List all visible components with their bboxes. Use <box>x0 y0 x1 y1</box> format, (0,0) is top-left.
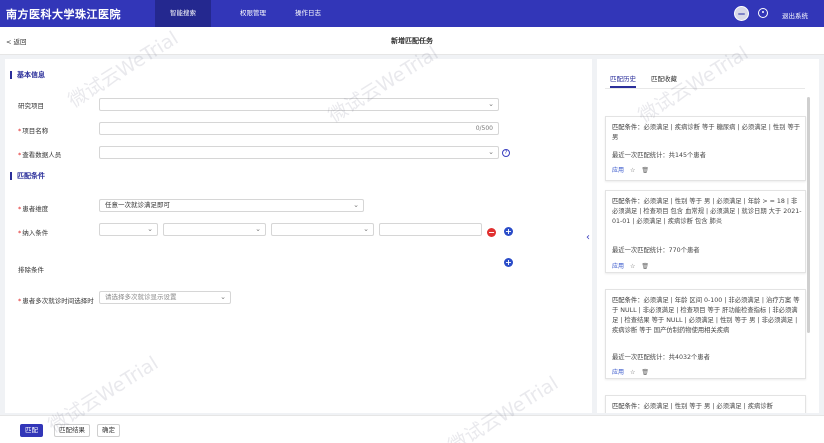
delete-icon[interactable]: 🗑 <box>641 167 649 174</box>
nav-tab-permission[interactable]: 权限管理 <box>225 0 281 27</box>
star-icon[interactable]: ☆ <box>630 369 635 376</box>
include-logic-select[interactable]: ⌄ <box>99 223 158 236</box>
chevron-down-icon: ⌄ <box>488 100 494 108</box>
card-actions: 应用 ☆ 🗑 <box>612 261 655 270</box>
tab-match-history[interactable]: 匹配历史 <box>610 73 636 83</box>
star-icon[interactable]: ☆ <box>630 263 635 270</box>
char-counter: 0/500 <box>475 125 493 132</box>
visit-time-label: *患者多次就诊时间选择时 <box>18 297 94 305</box>
dimension-label: *患者维度 <box>18 205 49 213</box>
card-stat: 最近一次匹配统计：共145个患者 <box>612 152 706 159</box>
chevron-down-icon: ⌄ <box>255 225 261 233</box>
help-icon[interactable]: ? <box>502 149 510 157</box>
chevron-down-icon: ⌄ <box>147 225 153 233</box>
nav-tab-smart-search[interactable]: 智能搜索 <box>155 0 211 27</box>
card-stat: 最近一次匹配统计：770个患者 <box>612 247 700 254</box>
history-card: 匹配条件：必须满足 | 年龄 区间 0-100 | 非必须满足 | 治疗方案 等… <box>605 289 806 379</box>
task-name-input[interactable]: 0/500 <box>99 122 499 135</box>
chevron-down-icon: ⌄ <box>488 148 494 156</box>
task-form-panel: 基本信息 研究项目 ⌄ *项目名称 0/500 *查看数据人员 ⌄ ? 匹配条件… <box>5 59 592 413</box>
delete-icon[interactable]: 🗑 <box>641 369 649 376</box>
include-label: *纳入条件 <box>18 229 49 237</box>
add-exclude-icon[interactable]: + <box>504 258 513 267</box>
back-button[interactable]: < 返回 <box>6 36 27 46</box>
section-title-basic: 基本信息 <box>10 71 45 79</box>
collapse-panel-icon[interactable]: ‹ <box>586 232 590 243</box>
delete-icon[interactable]: 🗑 <box>641 263 649 270</box>
logout-link[interactable]: 退出系统 <box>782 10 808 20</box>
section-title-match: 匹配条件 <box>10 172 45 180</box>
match-result-button[interactable]: 匹配结果 <box>54 424 90 437</box>
chevron-down-icon: ⌄ <box>363 225 369 233</box>
include-field-select[interactable]: ⌄ <box>163 223 266 236</box>
history-card: 匹配条件：必须满足 | 性别 等于 男 | 必须满足 | 疾病诊断 <box>605 395 806 413</box>
power-icon[interactable] <box>758 8 768 18</box>
user-avatar[interactable] <box>734 6 749 21</box>
remove-condition-icon[interactable]: − <box>487 228 496 237</box>
apply-button[interactable]: 应用 <box>612 263 624 270</box>
chevron-down-icon: ⌄ <box>220 293 226 301</box>
dimension-select[interactable]: 任意一次就诊满足即可 ⌄ <box>99 199 364 212</box>
include-value-input[interactable] <box>379 223 482 236</box>
history-panel: 匹配历史 匹配收藏 匹配条件：必须满足 | 疾病诊断 等于 糖尿病 | 必须满足… <box>597 59 819 413</box>
card-condition: 匹配条件：必须满足 | 年龄 区间 0-100 | 非必须满足 | 治疗方案 等… <box>612 297 800 334</box>
scrollbar[interactable] <box>807 97 810 333</box>
card-actions: 应用 ☆ 🗑 <box>612 367 655 376</box>
reviewer-label: *查看数据人员 <box>18 151 62 159</box>
hospital-brand: 南方医科大学珠江医院 <box>6 8 121 21</box>
footer-bar: 匹配 匹配结果 确定 <box>0 415 824 443</box>
add-condition-icon[interactable]: + <box>504 227 513 236</box>
apply-button[interactable]: 应用 <box>612 369 624 376</box>
reviewer-select[interactable]: ⌄ <box>99 146 499 159</box>
research-project-select[interactable]: ⌄ <box>99 98 499 111</box>
page-title: 新增匹配任务 <box>391 37 433 45</box>
tab-match-favorite[interactable]: 匹配收藏 <box>651 73 677 83</box>
confirm-button[interactable]: 确定 <box>97 424 120 437</box>
match-button[interactable]: 匹配 <box>20 424 43 437</box>
top-navigation-bar: 南方医科大学珠江医院 智能搜索 权限管理 操作日志 退出系统 <box>0 0 824 27</box>
include-operator-select[interactable]: ⌄ <box>271 223 374 236</box>
card-stat: 最近一次匹配统计：共4032个患者 <box>612 354 710 361</box>
card-condition: 匹配条件：必须满足 | 性别 等于 男 | 必须满足 | 年龄 > = 18 |… <box>612 198 802 225</box>
visit-time-select[interactable]: 请选择多次就诊显示设置 ⌄ <box>99 291 231 304</box>
chevron-down-icon: ⌄ <box>353 201 359 209</box>
tab-divider <box>605 88 805 89</box>
research-project-label: 研究项目 <box>18 102 44 110</box>
exclude-label: 排除条件 <box>18 266 44 274</box>
card-condition: 匹配条件：必须满足 | 疾病诊断 等于 糖尿病 | 必须满足 | 性别 等于 男 <box>612 124 801 141</box>
card-actions: 应用 ☆ 🗑 <box>612 165 655 174</box>
history-card: 匹配条件：必须满足 | 疾病诊断 等于 糖尿病 | 必须满足 | 性别 等于 男… <box>605 116 806 181</box>
page-header: 新增匹配任务 < 返回 <box>0 27 824 55</box>
apply-button[interactable]: 应用 <box>612 167 624 174</box>
card-condition: 匹配条件：必须满足 | 性别 等于 男 | 必须满足 | 疾病诊断 <box>612 403 773 410</box>
nav-tab-operation-log[interactable]: 操作日志 <box>280 0 336 27</box>
star-icon[interactable]: ☆ <box>630 167 635 174</box>
history-card: 匹配条件：必须满足 | 性别 等于 男 | 必须满足 | 年龄 > = 18 |… <box>605 190 806 273</box>
task-name-label: *项目名称 <box>18 127 49 135</box>
